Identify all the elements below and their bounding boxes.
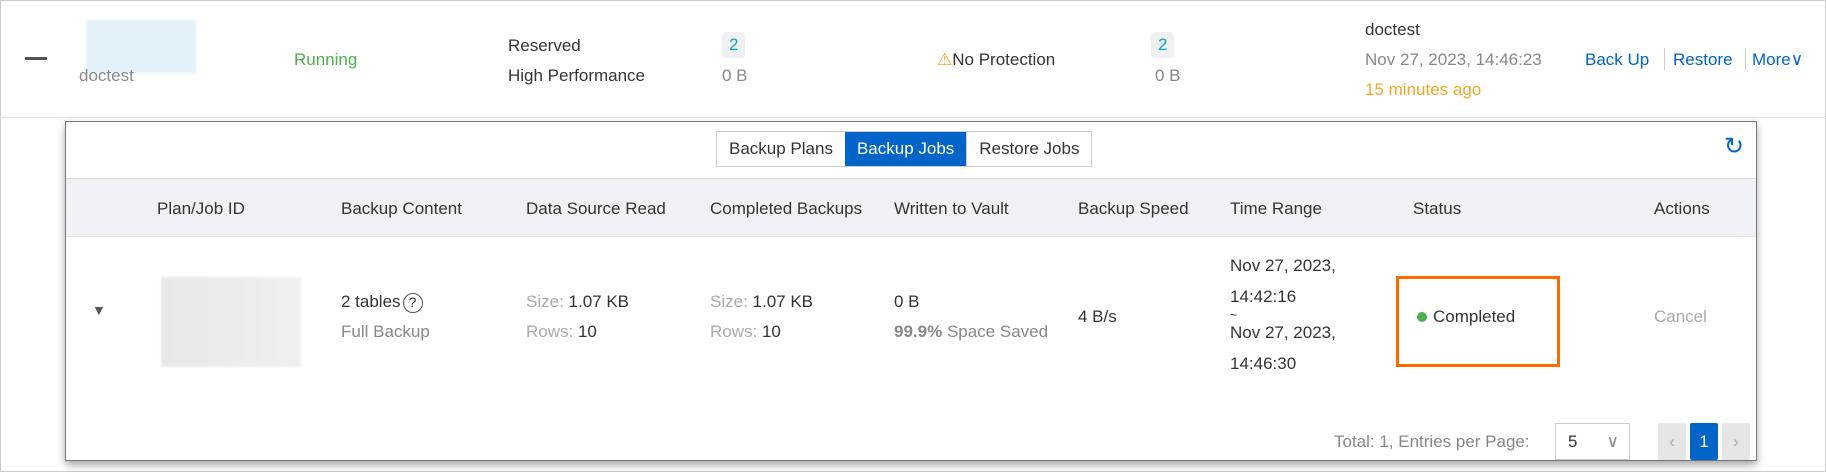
collapse-icon[interactable] <box>25 57 47 60</box>
col-backup-content: Backup Content <box>341 199 462 218</box>
range-separator: ~ <box>1230 308 1238 322</box>
status-badge: Completed <box>1417 307 1515 327</box>
written-size: 0 B <box>894 292 920 311</box>
storage-class: High Performance <box>508 66 646 85</box>
start-date: Nov 27, 2023, <box>1230 256 1336 275</box>
more-label: More <box>1752 50 1791 69</box>
last-time: Nov 27, 2023, 14:46:23 <box>1365 50 1542 69</box>
size-value: 0 B <box>722 66 748 85</box>
protection-label: No Protection <box>952 50 1056 69</box>
last-user: doctest <box>1365 20 1420 39</box>
refresh-icon[interactable]: ↻ <box>1724 132 1744 161</box>
help-icon[interactable]: ? <box>402 293 423 313</box>
expand-row-icon[interactable]: ▼ <box>92 302 106 318</box>
divider <box>1664 48 1665 70</box>
chevron-down-icon: ∨ <box>1606 432 1619 451</box>
status-label: Completed <box>1433 307 1516 326</box>
chevron-down-icon: ∨ <box>1790 50 1804 69</box>
tab-restore-jobs[interactable]: Restore Jobs <box>966 132 1091 166</box>
col-data-source-read: Data Source Read <box>526 199 666 218</box>
status-running: Running <box>294 50 358 69</box>
count-badge[interactable]: 2 <box>722 32 746 58</box>
content-type: Full Backup <box>341 322 430 341</box>
page-size-select[interactable]: 5 ∨ <box>1555 423 1630 460</box>
col-plan-job-id: Plan/Job ID <box>157 199 245 218</box>
warning-icon: ⚠ <box>937 50 953 69</box>
redacted-job-id[interactable] <box>161 277 301 367</box>
next-page-icon[interactable]: › <box>1722 423 1750 460</box>
col-time-range: Time Range <box>1230 199 1322 218</box>
value: 10 <box>577 322 597 341</box>
storage-type: Reserved <box>508 36 581 55</box>
col-written-to-vault: Written to Vault <box>894 199 1009 218</box>
label: Rows: <box>526 322 574 341</box>
size-value-2: 0 B <box>1155 66 1181 85</box>
saved-label: Space Saved <box>946 322 1049 341</box>
account-name: doctest <box>79 66 134 85</box>
col-status: Status <box>1413 199 1462 218</box>
end-date: Nov 27, 2023, <box>1230 323 1336 342</box>
instance-row: doctest Running Reserved High Performanc… <box>0 0 1826 118</box>
label: Size: <box>710 292 748 311</box>
saved-pct: 99.9% <box>894 322 943 341</box>
done-size: Size: 1.07 KB <box>710 292 813 312</box>
tab-group: Backup Plans Backup Jobs Restore Jobs <box>716 131 1093 167</box>
done-rows: Rows: 10 <box>710 322 781 342</box>
restore-link[interactable]: Restore <box>1673 50 1733 70</box>
start-time: 14:42:16 <box>1230 287 1297 306</box>
col-backup-speed: Backup Speed <box>1078 199 1189 218</box>
col-completed-backups: Completed Backups <box>710 199 863 218</box>
content-tables: 2 tables <box>341 292 401 311</box>
table-header: Plan/Job ID Backup Content Data Source R… <box>66 178 1756 237</box>
cancel-button[interactable]: Cancel <box>1654 307 1707 327</box>
space-saved: 99.9% Space Saved <box>894 322 1048 342</box>
label: Rows: <box>710 322 758 341</box>
jobs-panel: Backup Plans Backup Jobs Restore Jobs ↻ … <box>65 121 1757 461</box>
read-rows: Rows: 10 <box>526 322 597 342</box>
status-dot-icon <box>1417 312 1427 322</box>
back-up-link[interactable]: Back Up <box>1585 50 1649 70</box>
read-size: Size: 1.07 KB <box>526 292 629 312</box>
label: Size: <box>526 292 564 311</box>
page-size-value: 5 <box>1568 432 1578 451</box>
more-dropdown[interactable]: More∨ <box>1752 50 1803 70</box>
last-relative: 15 minutes ago <box>1365 80 1482 99</box>
value: 1.07 KB <box>752 292 814 311</box>
prev-page-icon[interactable]: ‹ <box>1658 423 1686 460</box>
value: 10 <box>761 322 781 341</box>
pager: ‹ 1 › <box>1658 423 1752 460</box>
value: 1.07 KB <box>568 292 630 311</box>
end-time: 14:46:30 <box>1230 354 1297 373</box>
divider <box>1745 48 1746 70</box>
backup-speed: 4 B/s <box>1078 307 1117 326</box>
tab-backup-jobs[interactable]: Backup Jobs <box>844 132 967 166</box>
pagination-summary: Total: 1, Entries per Page: <box>1334 432 1530 451</box>
page-1-button[interactable]: 1 <box>1690 423 1718 460</box>
protection-status: ⚠No Protection <box>937 50 1055 70</box>
tab-backup-plans[interactable]: Backup Plans <box>717 132 845 166</box>
count-badge-2[interactable]: 2 <box>1151 32 1175 58</box>
backup-content: 2 tables? <box>341 292 423 313</box>
col-actions: Actions <box>1654 199 1710 218</box>
